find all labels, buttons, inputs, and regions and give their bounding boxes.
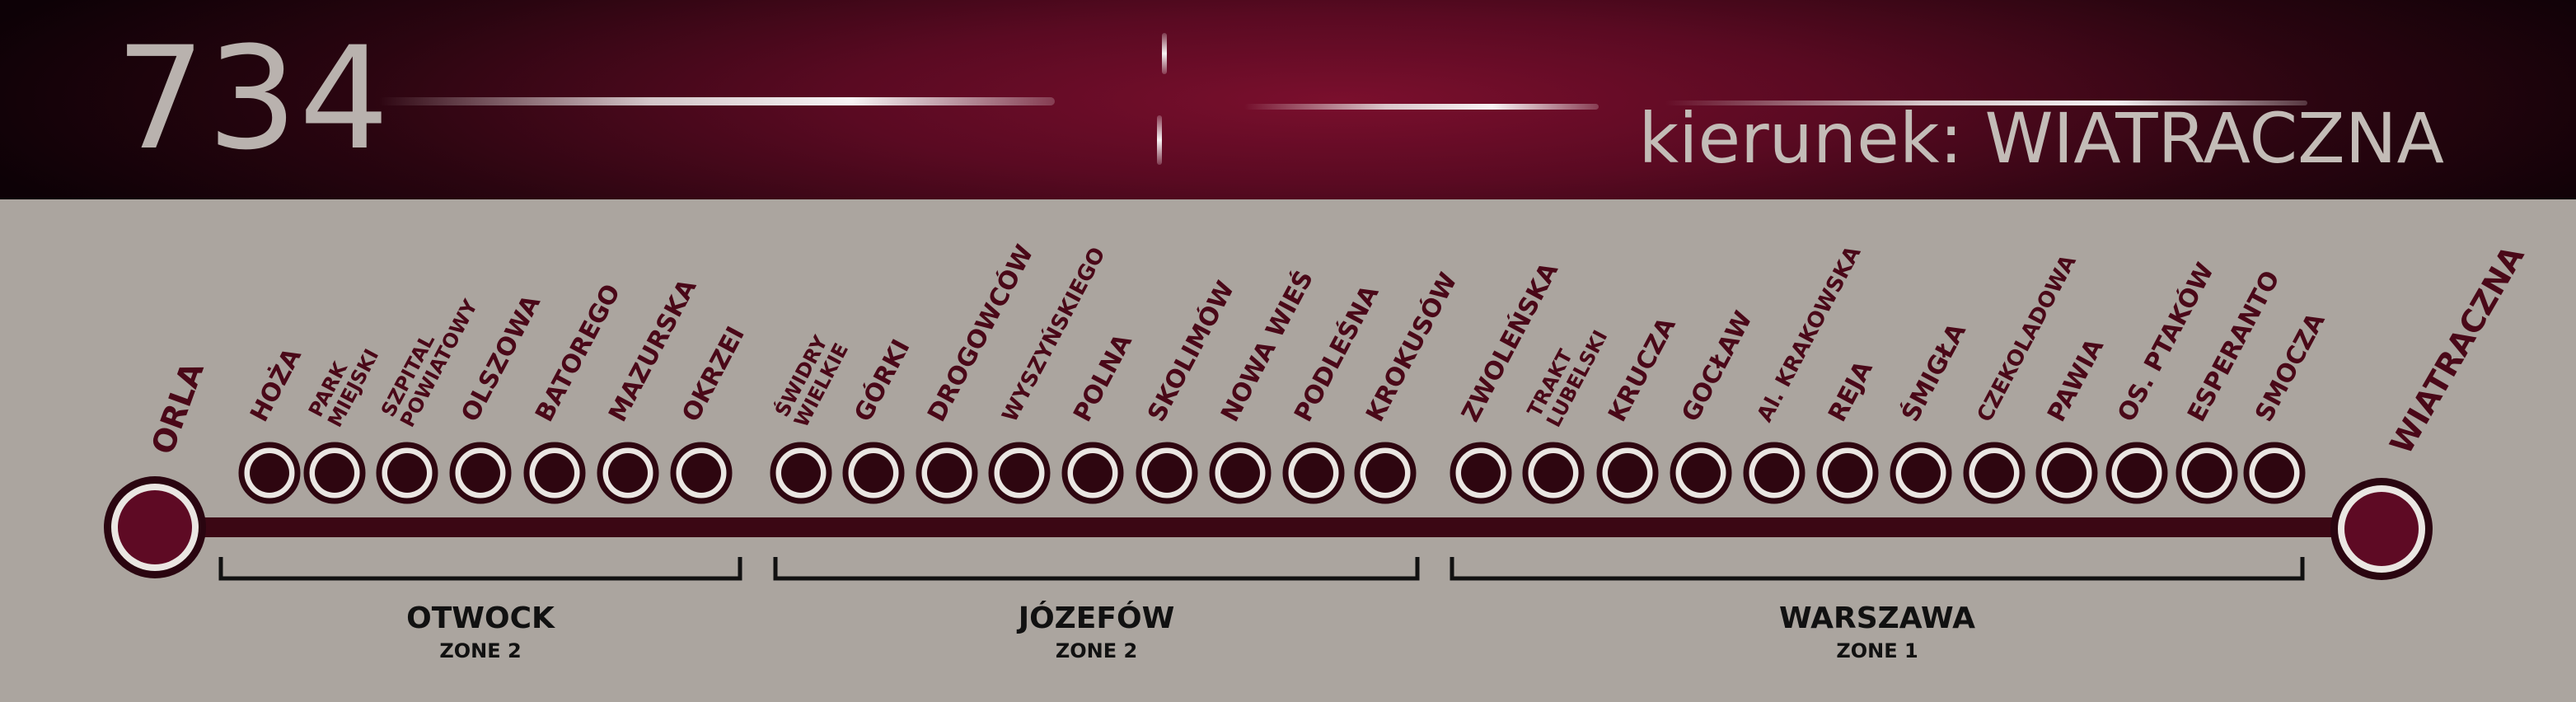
stop-dot (1220, 453, 1260, 493)
zone: OTWOCK ZONE 2 (218, 557, 742, 662)
zone-number: ZONE 2 (439, 639, 521, 662)
light-glint-top (1162, 33, 1167, 74)
stop-label: HOŻA (244, 343, 307, 427)
stop: PARKMIEJSKI (303, 335, 383, 504)
stop-dot (2047, 453, 2087, 493)
zone-bracket (1450, 557, 2305, 581)
stop-label: KRUCZA (1603, 312, 1682, 427)
stop: ŚMIGŁA (1890, 317, 1972, 504)
stop-dot (854, 453, 893, 493)
route-line (152, 517, 2386, 537)
zone-number: ZONE 2 (1056, 639, 1137, 662)
zone-name: JÓZEFÓW (1016, 601, 1175, 635)
terminal-end-label: WIATRACZNA (2383, 239, 2532, 460)
stop-label: REJA (1823, 356, 1879, 427)
stop-dot (2117, 453, 2157, 493)
stop-label-line: OKRZEI (677, 322, 751, 427)
zone: JÓZEFÓW ZONE 2 (773, 557, 1420, 662)
light-glint-bottom (1157, 115, 1162, 165)
terminal-start-dot (118, 490, 192, 564)
route-direction: kierunek: WIATRACZNA (1638, 98, 2444, 179)
stop-label-line: SMOCZA (2250, 308, 2331, 427)
stop-label-line: POLNA (1068, 329, 1138, 427)
stop-dot (2187, 453, 2227, 493)
stop-label-line: HOŻA (244, 343, 307, 427)
zone-name: OTWOCK (406, 601, 555, 635)
stop-dot (1294, 453, 1333, 493)
stop: SMOCZA (2243, 308, 2331, 504)
terminal-start: ORLA (104, 357, 211, 578)
stop-label: PAWIA (2042, 334, 2110, 427)
stop-label: ŚWIDRYWIELKIE (769, 329, 853, 431)
stop-dot (461, 453, 500, 493)
stop-dot (1754, 453, 1794, 493)
stop-dot (1073, 453, 1112, 493)
stop-dot (1000, 453, 1039, 493)
stop-dot (1147, 453, 1187, 493)
stop-dot (1828, 453, 1867, 493)
light-streak-right (1244, 104, 1599, 110)
stop-label: GÓRKI (847, 334, 916, 426)
stop-label: GOCŁAW (1676, 307, 1759, 427)
stop-label: POLNA (1068, 329, 1138, 427)
zone-name: WARSZAWA (1779, 601, 1975, 635)
stop: OKRZEI (670, 322, 751, 504)
stop-dot (387, 453, 427, 493)
route-line-diagram: HOŻAPARKMIEJSKISZPITALPOWIATOWYOLSZOWABA… (104, 239, 2532, 662)
stop-label-line: GOCŁAW (1676, 307, 1759, 427)
route-number: 734 (115, 16, 391, 181)
stop: HOŻA (238, 343, 307, 504)
stop-label-line: PAWIA (2042, 334, 2110, 427)
stop-dot (1901, 453, 1941, 493)
terminal-end: WIATRACZNA (2330, 239, 2532, 580)
zone-number: ZONE 1 (1836, 639, 1918, 662)
light-streak-left (379, 97, 1055, 105)
terminal-end-dot (2344, 492, 2419, 566)
stops-layer: HOŻAPARKMIEJSKISZPITALPOWIATOWYOLSZOWABA… (238, 240, 2331, 504)
stop-dot (535, 453, 574, 493)
stop-dot (608, 453, 648, 493)
stop-dot (1608, 453, 1647, 493)
stop-dot (1461, 453, 1501, 493)
stop-dot (1365, 453, 1405, 493)
stop-dot (1974, 453, 2014, 493)
stop-label-line: GÓRKI (847, 334, 916, 426)
zones-layer: OTWOCK ZONE 2 JÓZEFÓW ZONE 2 WARSZAWA ZONE 1 (218, 557, 2305, 662)
stop: KRUCZA (1596, 312, 1682, 504)
stop: ŚWIDRYWIELKIE (769, 329, 853, 504)
stop-label-line: ŚMIGŁA (1895, 317, 1972, 427)
zone-bracket (218, 557, 742, 581)
stop-dot (681, 453, 721, 493)
terminal-start-label: ORLA (144, 357, 211, 459)
stop: PAWIA (2035, 334, 2110, 504)
stop: REJA (1816, 356, 1879, 504)
zone: WARSZAWA ZONE 1 (1450, 557, 2305, 662)
stop-dot (2255, 453, 2294, 493)
stop: GÓRKI (842, 334, 916, 504)
stop-label: ŚMIGŁA (1895, 317, 1972, 427)
stop-label-line: KRUCZA (1603, 312, 1682, 427)
stop-label: PARKMIEJSKI (304, 335, 383, 431)
stop-dot (781, 453, 821, 493)
stop-dot (1534, 453, 1573, 493)
stop-dot (250, 453, 289, 493)
zone-bracket (773, 557, 1420, 581)
stop-label: TRAKTLUBELSKI (1523, 316, 1612, 431)
stop-dot (927, 453, 967, 493)
stop-dot (315, 453, 354, 493)
stop-label: SMOCZA (2250, 308, 2331, 427)
stop: POLNA (1061, 329, 1138, 504)
stop-label: OKRZEI (677, 322, 751, 427)
stop-label-line: REJA (1823, 356, 1879, 427)
stop-dot (1681, 453, 1721, 493)
route-header-banner: 734 kierunek: WIATRACZNA (0, 0, 2576, 199)
